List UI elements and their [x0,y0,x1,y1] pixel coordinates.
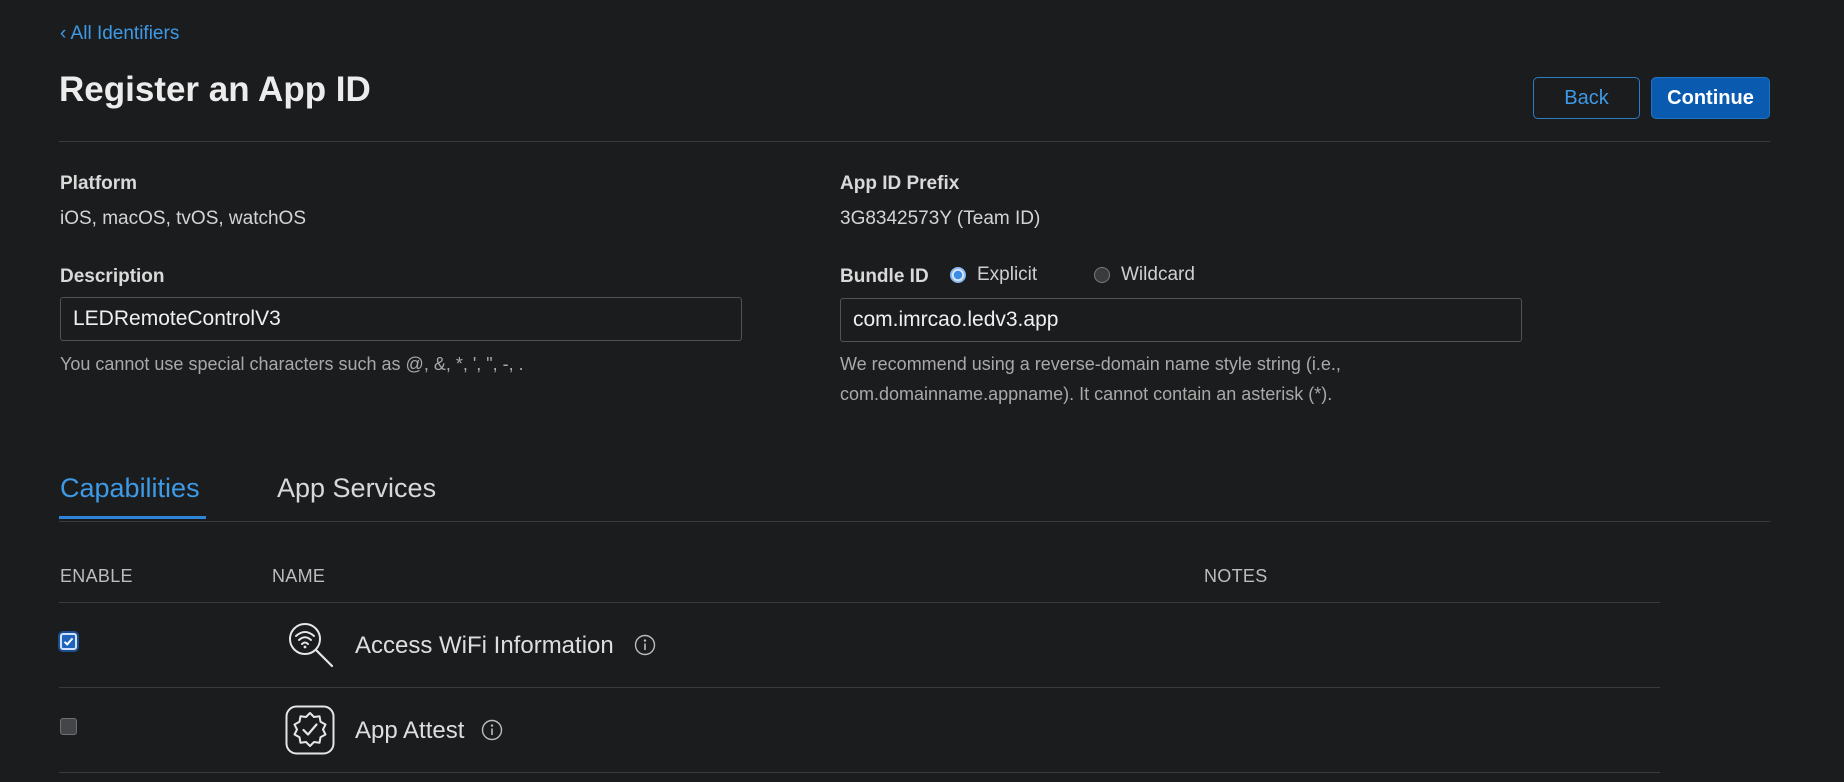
capability-name-app-attest: App Attest [355,717,465,744]
page-title: Register an App ID [59,70,371,109]
app-attest-badge-icon [285,705,335,755]
tabs-divider [59,521,1770,522]
description-help-text: You cannot use special characters such a… [60,354,524,374]
table-row-divider [59,772,1660,773]
column-header-enable: ENABLE [60,566,133,586]
bundle-explicit-option[interactable]: Explicit [950,264,1037,286]
description-label: Description [60,266,165,287]
table-row-divider [59,687,1660,688]
back-button[interactable]: Back [1533,77,1640,119]
description-input[interactable] [60,297,742,341]
checkmark-icon [63,637,74,646]
header-divider [59,141,1770,142]
info-icon[interactable] [481,719,503,741]
capability-name-access-wifi: Access WiFi Information [355,632,614,659]
column-header-name: NAME [272,566,326,586]
continue-button[interactable]: Continue [1651,77,1770,119]
bundle-id-help-line-2: com.domainname.appname). It cannot conta… [840,384,1333,404]
active-tab-indicator [59,516,206,519]
all-identifiers-link[interactable]: ‹ All Identifiers [60,23,179,45]
explicit-radio-label: Explicit [977,264,1038,285]
bundle-id-input[interactable] [840,298,1522,342]
tab-app-services[interactable]: App Services [277,473,436,504]
wifi-search-icon [289,623,334,668]
platform-label: Platform [60,173,138,194]
bundle-id-label: Bundle ID [840,266,929,287]
wildcard-radio[interactable] [1094,267,1110,283]
app-id-prefix-value: 3G8342573Y (Team ID) [840,208,1041,229]
enable-checkbox-access-wifi[interactable] [60,633,77,650]
info-icon[interactable] [634,634,656,656]
enable-checkbox-app-attest[interactable] [60,718,77,735]
platform-value: iOS, macOS, tvOS, watchOS [60,208,307,229]
app-id-prefix-label: App ID Prefix [840,173,960,194]
table-header-divider [59,602,1660,603]
bundle-id-help-line-1: We recommend using a reverse-domain name… [840,354,1341,374]
explicit-radio[interactable] [950,267,966,283]
tab-capabilities[interactable]: Capabilities [60,473,200,504]
register-app-id-page: ‹ All Identifiers Register an App ID Bac… [0,0,1844,782]
column-header-notes: NOTES [1204,566,1268,586]
wildcard-radio-label: Wildcard [1121,264,1195,285]
bundle-wildcard-option[interactable]: Wildcard [1094,264,1195,286]
